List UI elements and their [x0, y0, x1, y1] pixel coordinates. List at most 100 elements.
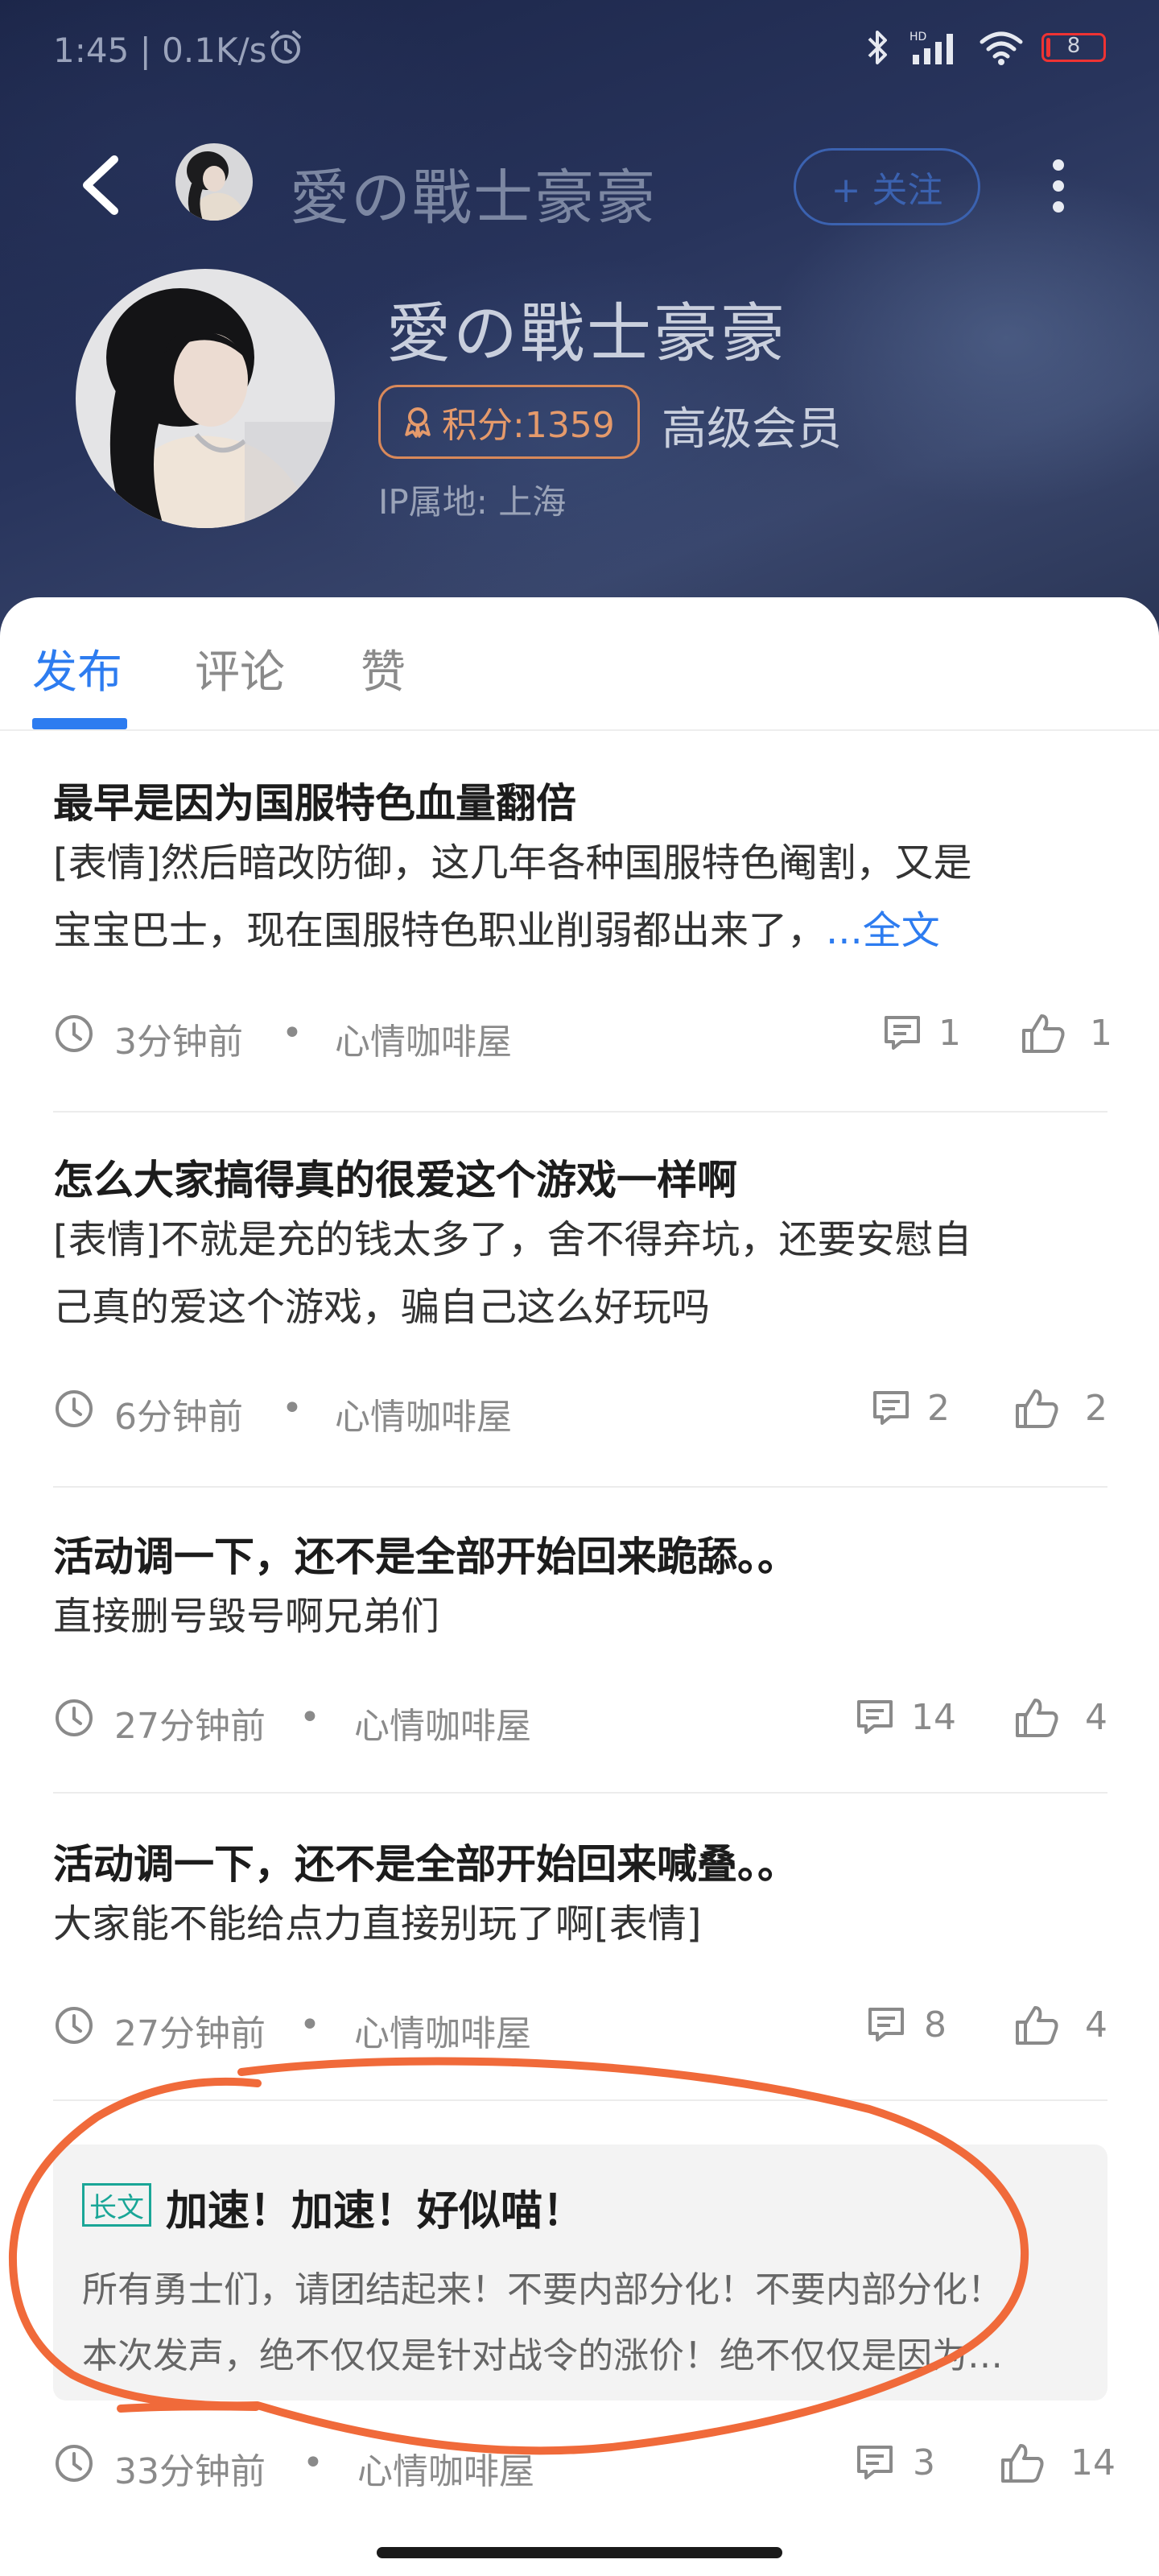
comment-count: 2 — [927, 1388, 950, 1429]
post-title: 活动调一下，还不是全部开始回来喊叠。。 — [53, 1841, 798, 1888]
post-meta: 27分钟前 • 心情咖啡屋 14 4 — [53, 1694, 1107, 1747]
tab-likes[interactable]: 赞 — [361, 636, 406, 701]
post-body: 大家能不能给点力直接别玩了啊[表情] — [53, 1890, 1107, 1958]
home-indicator[interactable] — [377, 2547, 782, 2558]
tab-posts[interactable]: 发布 — [32, 636, 122, 701]
alarm-icon — [270, 31, 301, 64]
tab-comments[interactable]: 评论 — [195, 636, 285, 701]
long-post-title: 加速！加速！好似喵！ — [166, 2187, 585, 2235]
profile-avatar[interactable] — [76, 269, 335, 528]
post-title: 怎么大家搞得真的很爱这个游戏一样啊 — [53, 1157, 737, 1203]
like-icon[interactable] — [1014, 2003, 1059, 2046]
comment-count: 1 — [938, 1013, 961, 1054]
like-count: 4 — [1085, 2004, 1107, 2046]
topbar-title: 愛の戰士豪豪 — [290, 163, 657, 233]
post-board[interactable]: 心情咖啡屋 — [335, 1013, 512, 1064]
topbar-avatar[interactable] — [175, 143, 253, 221]
post-body-line: 直接删号毁号啊兄弟们 — [53, 1594, 440, 1639]
comment-icon[interactable] — [855, 1697, 895, 1737]
points-badge[interactable]: 积分:1359 — [378, 385, 640, 459]
divider — [53, 1486, 1107, 1488]
meta-separator: • — [299, 2004, 320, 2046]
profile-name: 愛の戰士豪豪 — [386, 296, 787, 371]
battery-text: 8 — [1066, 34, 1081, 58]
long-post-excerpt-line: 所有勇士们，请团结起来！不要内部分化！不要内部分化！ — [82, 2269, 1003, 2310]
profile-header: 1:45 | 0.1K/s HD 8 愛の戰士豪豪 + 关注 愛の戰士豪豪 积分… — [0, 0, 1159, 644]
post-board[interactable]: 心情咖啡屋 — [335, 1388, 512, 1439]
divider — [53, 1792, 1107, 1794]
post-time: 3分钟前 — [114, 1022, 243, 1063]
clock-icon — [56, 1699, 93, 1736]
follow-button[interactable]: + 关注 — [794, 148, 980, 225]
status-time: 1:45 | 0.1K/s — [53, 31, 267, 70]
like-icon[interactable] — [1014, 1695, 1059, 1739]
post-item[interactable]: 最早是因为国服特色血量翻倍 [表情]然后暗改防御，这几年各种国服特色阉割，又是 … — [53, 779, 1107, 964]
post-board[interactable]: 心情咖啡屋 — [357, 2442, 534, 2494]
like-icon[interactable] — [1021, 1011, 1066, 1055]
post-title: 活动调一下，还不是全部开始回来跪舔。。 — [53, 1534, 798, 1580]
meta-separator: • — [282, 1388, 303, 1429]
like-count: 1 — [1090, 1013, 1112, 1054]
post-item[interactable]: 怎么大家搞得真的很爱这个游戏一样啊 [表情]不就是充的钱太多了，舍不得弃坑，还要… — [53, 1156, 1107, 1341]
battery-icon: 8 — [1041, 33, 1106, 62]
comment-icon[interactable] — [882, 1013, 922, 1053]
clock-icon — [56, 2445, 93, 2482]
post-body-line-text: 宝宝巴士，现在国服特色职业削弱都出来了， — [53, 908, 827, 953]
comment-icon[interactable] — [866, 2004, 906, 2045]
meta-separator: • — [282, 1013, 303, 1054]
long-post-excerpt: 所有勇士们，请团结起来！不要内部分化！不要内部分化！ 本次发声，绝不仅仅是针对战… — [82, 2257, 1080, 2389]
comment-count: 3 — [913, 2442, 935, 2483]
post-board[interactable]: 心情咖啡屋 — [354, 1697, 531, 1748]
cellular-signal-icon: HD — [909, 31, 953, 64]
post-meta: 33分钟前 • 心情咖啡屋 3 14 — [53, 2439, 1116, 2492]
post-item[interactable]: 活动调一下，还不是全部开始回来跪舔。。 直接删号毁号啊兄弟们 — [53, 1533, 1107, 1650]
long-post-card[interactable]: 长文 加速！加速！好似喵！ 所有勇士们，请团结起来！不要内部分化！不要内部分化！… — [53, 2145, 1107, 2401]
post-body-line: 宝宝巴士，现在国服特色职业削弱都出来了，...全文 — [53, 897, 1107, 964]
ip-location: IP属地: 上海 — [378, 482, 567, 522]
post-meta: 6分钟前 • 心情咖啡屋 2 2 — [53, 1385, 1107, 1438]
post-board[interactable]: 心情咖啡屋 — [354, 2004, 531, 2056]
post-body-line: [表情]然后暗改防御，这几年各种国服特色阉割，又是 — [53, 840, 972, 886]
post-body-line: [表情]不就是充的钱太多了，舍不得弃坑，还要安慰自 — [53, 1217, 972, 1262]
like-icon[interactable] — [1014, 1386, 1059, 1430]
status-icons: HD 8 — [864, 29, 1106, 66]
post-body: [表情]然后暗改防御，这几年各种国服特色阉割，又是 宝宝巴士，现在国服特色职业削… — [53, 829, 1107, 964]
back-icon[interactable] — [72, 153, 129, 217]
like-count: 14 — [1070, 2442, 1116, 2483]
post-body-line: 己真的爱这个游戏，骗自己这么好玩吗 — [53, 1285, 711, 1330]
more-options-icon[interactable] — [1038, 153, 1079, 221]
comment-icon[interactable] — [855, 2442, 895, 2483]
long-post-tag: 长文 — [82, 2183, 151, 2227]
clock-icon — [56, 2007, 93, 2044]
medal-icon — [405, 407, 431, 438]
clock-icon — [56, 1015, 93, 1052]
member-level: 高级会员 — [662, 403, 842, 456]
long-post-excerpt-line: 本次发声，绝不仅仅是针对战令的涨价！绝不仅仅是因为… — [82, 2335, 1003, 2376]
divider — [53, 2099, 1107, 2101]
post-meta: 3分钟前 • 心情咖啡屋 1 1 — [53, 1009, 1112, 1063]
like-count: 4 — [1085, 1697, 1107, 1738]
tab-bar: 发布 评论 赞 — [0, 597, 1159, 731]
post-time: 6分钟前 — [114, 1397, 243, 1438]
meta-separator: • — [303, 2442, 324, 2483]
comment-icon[interactable] — [871, 1388, 911, 1428]
status-bar: 1:45 | 0.1K/s HD 8 — [0, 0, 1159, 105]
like-icon[interactable] — [1000, 2441, 1045, 2484]
meta-separator: • — [299, 1697, 320, 1738]
post-body: [表情]不就是充的钱太多了，舍不得弃坑，还要安慰自 己真的爱这个游戏，骗自己这么… — [53, 1206, 1107, 1341]
wifi-icon — [980, 31, 1023, 65]
post-time: 27分钟前 — [114, 1706, 266, 1747]
bluetooth-icon — [868, 31, 887, 64]
post-body-line: 大家能不能给点力直接别玩了啊[表情] — [53, 1901, 702, 1946]
read-more-link[interactable]: ...全文 — [826, 908, 940, 953]
comment-count: 14 — [911, 1697, 956, 1738]
like-count: 2 — [1085, 1388, 1107, 1429]
post-item[interactable]: 活动调一下，还不是全部开始回来喊叠。。 大家能不能给点力直接别玩了啊[表情] — [53, 1840, 1107, 1958]
post-time: 27分钟前 — [114, 2013, 266, 2054]
clock-icon — [56, 1390, 93, 1427]
tab-active-indicator — [32, 718, 127, 729]
post-meta: 27分钟前 • 心情咖啡屋 8 4 — [53, 2001, 1107, 2054]
post-title: 最早是因为国服特色血量翻倍 — [53, 780, 576, 827]
post-time: 33分钟前 — [114, 2451, 266, 2492]
post-body: 直接删号毁号啊兄弟们 — [53, 1583, 1107, 1650]
